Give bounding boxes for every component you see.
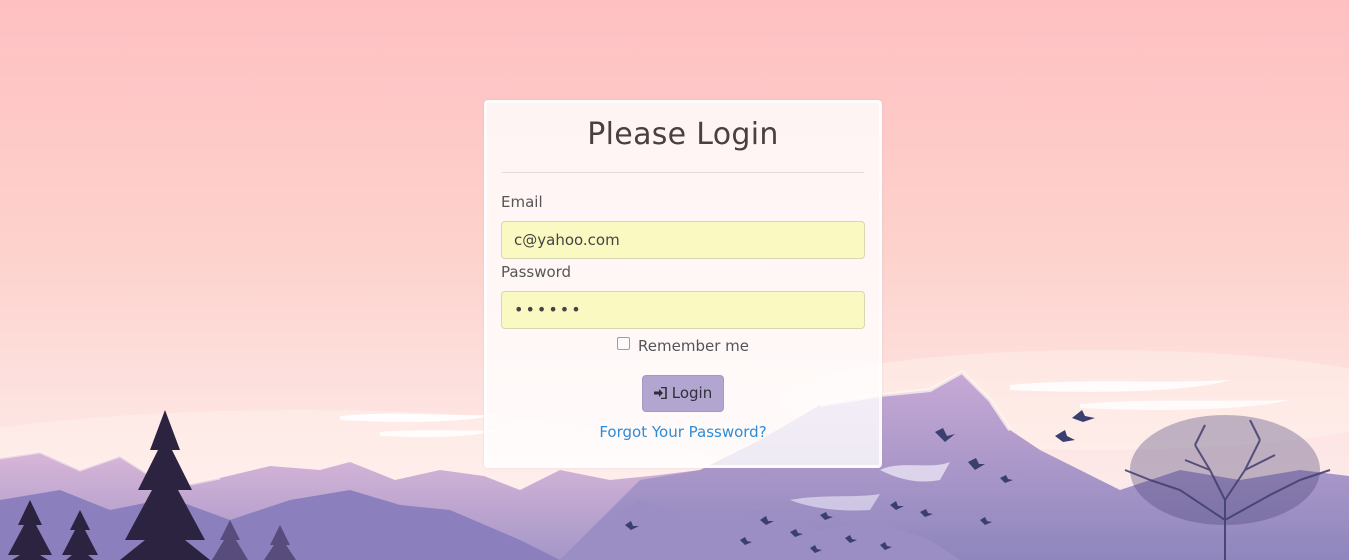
email-field[interactable]: c@yahoo.com [501,221,865,259]
password-field[interactable]: •••••• [501,291,865,329]
login-button[interactable]: Login [642,375,724,412]
password-label: Password [501,263,572,281]
page-title: Please Login [587,117,779,152]
sign-in-icon [653,377,667,412]
remember-me-label: Remember me [638,337,749,355]
login-panel: Please Login Email c@yahoo.com Password … [484,100,882,468]
login-button-label: Login [671,384,713,402]
remember-me-row[interactable]: Remember me [487,337,879,355]
remember-me-checkbox[interactable] [617,337,631,350]
forgot-password-link[interactable]: Forgot Your Password? [487,423,879,441]
title-divider [502,172,864,173]
email-label: Email [501,193,543,211]
